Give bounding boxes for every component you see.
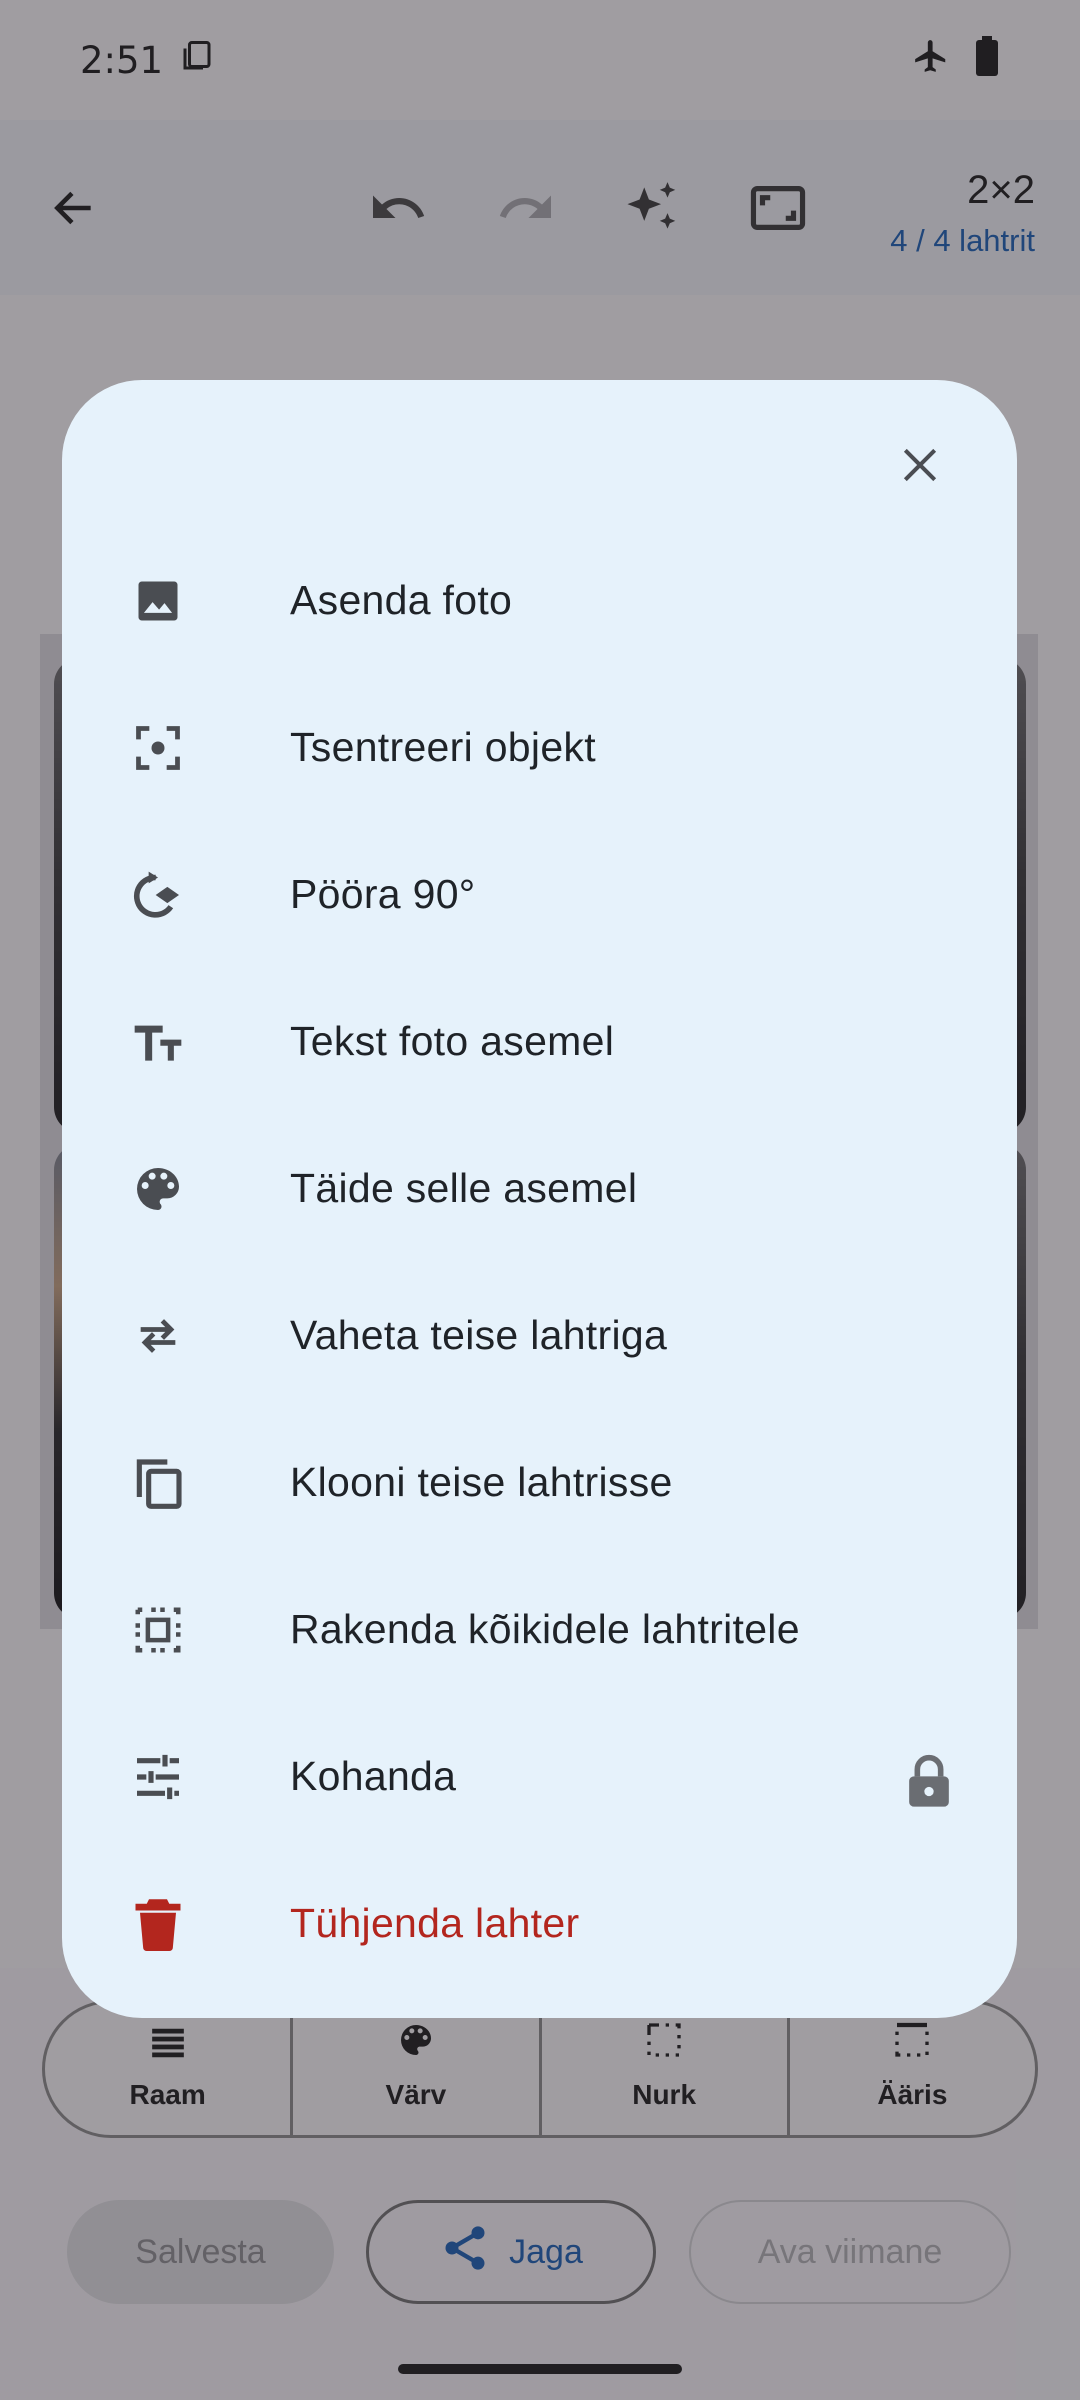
center-focus-icon: [128, 718, 188, 778]
text-fields-icon: [128, 1012, 188, 1072]
copy-icon: [128, 1453, 188, 1513]
cell-options-dialog: Asenda foto Tsentreeri objekt Pööra 90° …: [62, 380, 1017, 2018]
menu-item-label: Tsentreeri objekt: [290, 724, 596, 770]
menu-item-swap-cell[interactable]: Vaheta teise lahtriga: [62, 1262, 1017, 1409]
menu-item-label: Klooni teise lahtrisse: [290, 1459, 673, 1505]
swap-icon: [128, 1306, 188, 1366]
menu-item-label: Tühjenda lahter: [290, 1900, 580, 1946]
menu-item-label: Vaheta teise lahtriga: [290, 1312, 668, 1358]
cell-options-menu: Asenda foto Tsentreeri objekt Pööra 90° …: [62, 527, 1017, 1997]
menu-item-replace-photo[interactable]: Asenda foto: [62, 527, 1017, 674]
image-icon: [128, 571, 188, 631]
menu-item-fill-instead[interactable]: Täide selle asemel: [62, 1115, 1017, 1262]
menu-item-adjust[interactable]: Kohanda: [62, 1703, 1017, 1850]
rotate-icon: [128, 865, 188, 925]
lock-icon: [901, 1751, 957, 1811]
tune-icon: [128, 1747, 188, 1807]
menu-item-label: Kohanda: [290, 1753, 457, 1799]
menu-item-label: Asenda foto: [290, 577, 513, 623]
menu-item-label: Rakenda kõikidele lahtritele: [290, 1606, 800, 1652]
menu-item-label: Tekst foto asemel: [290, 1018, 615, 1064]
select-all-icon: [128, 1600, 188, 1660]
menu-item-rotate-90[interactable]: Pööra 90°: [62, 821, 1017, 968]
menu-item-label: Pööra 90°: [290, 871, 476, 917]
menu-item-center-object[interactable]: Tsentreeri objekt: [62, 674, 1017, 821]
menu-item-text-instead[interactable]: Tekst foto asemel: [62, 968, 1017, 1115]
close-button[interactable]: [885, 432, 955, 502]
delete-icon: [128, 1894, 188, 1954]
menu-item-clone-cell[interactable]: Klooni teise lahtrisse: [62, 1409, 1017, 1556]
menu-item-clear-cell[interactable]: Tühjenda lahter: [62, 1850, 1017, 1997]
close-icon: [898, 443, 942, 492]
menu-item-label: Täide selle asemel: [290, 1165, 638, 1211]
palette-icon: [128, 1159, 188, 1219]
menu-item-apply-all[interactable]: Rakenda kõikidele lahtritele: [62, 1556, 1017, 1703]
